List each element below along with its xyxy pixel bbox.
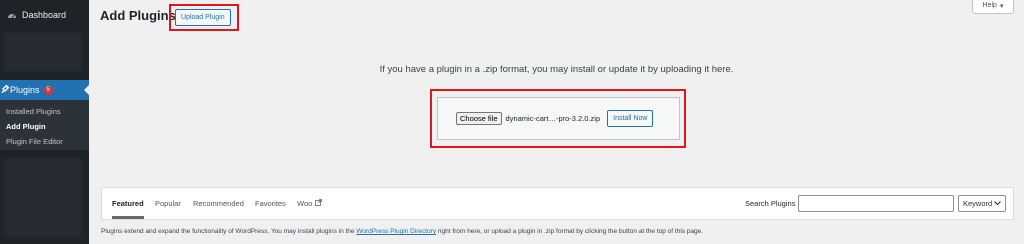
caret-down-icon: ▾ [999, 2, 1004, 10]
tab-recommended[interactable]: Recommended [193, 188, 244, 219]
plugin-filter-bar: Featured Popular Recommended Favorites W… [101, 187, 1014, 220]
menu-item-dashboard[interactable]: Dashboard [0, 4, 89, 26]
upload-form: Choose file dynamic-cart…-pro-3.2.0.zip … [437, 97, 680, 140]
selected-file-name: dynamic-cart…-pro-3.2.0.zip [505, 114, 601, 123]
tab-favorites[interactable]: Favorites [255, 188, 286, 219]
update-count-badge: 5 [43, 85, 53, 95]
external-link-icon [315, 199, 323, 208]
search-plugins-input[interactable] [798, 195, 954, 212]
plugins-description: Plugins extend and expand the functional… [101, 228, 703, 235]
tab-woo-label: Woo [297, 199, 313, 208]
tab-featured[interactable]: Featured [112, 188, 144, 219]
choose-file-button[interactable]: Choose file [456, 112, 502, 125]
blurred-menu-items [4, 158, 82, 238]
submenu-plugin-file-editor[interactable]: Plugin File Editor [6, 137, 63, 146]
admin-sidebar: Dashboard Plugins 5 Installed Plugins Ad… [0, 0, 89, 244]
chevron-down-icon [994, 199, 1001, 208]
install-now-button[interactable]: Install Now [607, 110, 654, 127]
search-plugins-label: Search Plugins [745, 199, 796, 208]
help-tab[interactable]: Help ▾ [972, 0, 1014, 14]
upload-plugin-button[interactable]: Upload Plugin [175, 9, 231, 26]
menu-item-plugins[interactable]: Plugins 5 [0, 80, 89, 100]
footer-text-before: Plugins extend and expand the functional… [101, 228, 357, 235]
tab-popular[interactable]: Popular [155, 188, 181, 219]
upload-instruction: If you have a plugin in a .zip format, y… [379, 64, 734, 75]
submenu-installed-plugins[interactable]: Installed Plugins [6, 107, 61, 116]
search-type-select[interactable]: Keyword [958, 195, 1006, 212]
menu-item-dashboard-label: Dashboard [22, 10, 67, 20]
search-type-value: Keyword [963, 199, 993, 208]
dashboard-icon [2, 10, 22, 20]
plugins-submenu: Installed Plugins Add Plugin Plugin File… [0, 100, 89, 150]
tab-woo[interactable]: Woo [297, 188, 323, 219]
wordpress-plugin-directory-link[interactable]: WordPress Plugin Directory [356, 228, 436, 235]
menu-item-plugins-label: Plugins [10, 85, 40, 95]
plugins-icon [0, 84, 10, 96]
footer-text-after: right from here, or upload a plugin in .… [436, 228, 704, 235]
page-title: Add Plugins [100, 8, 176, 23]
help-label: Help [982, 2, 997, 9]
submenu-add-plugin[interactable]: Add Plugin [6, 122, 46, 131]
